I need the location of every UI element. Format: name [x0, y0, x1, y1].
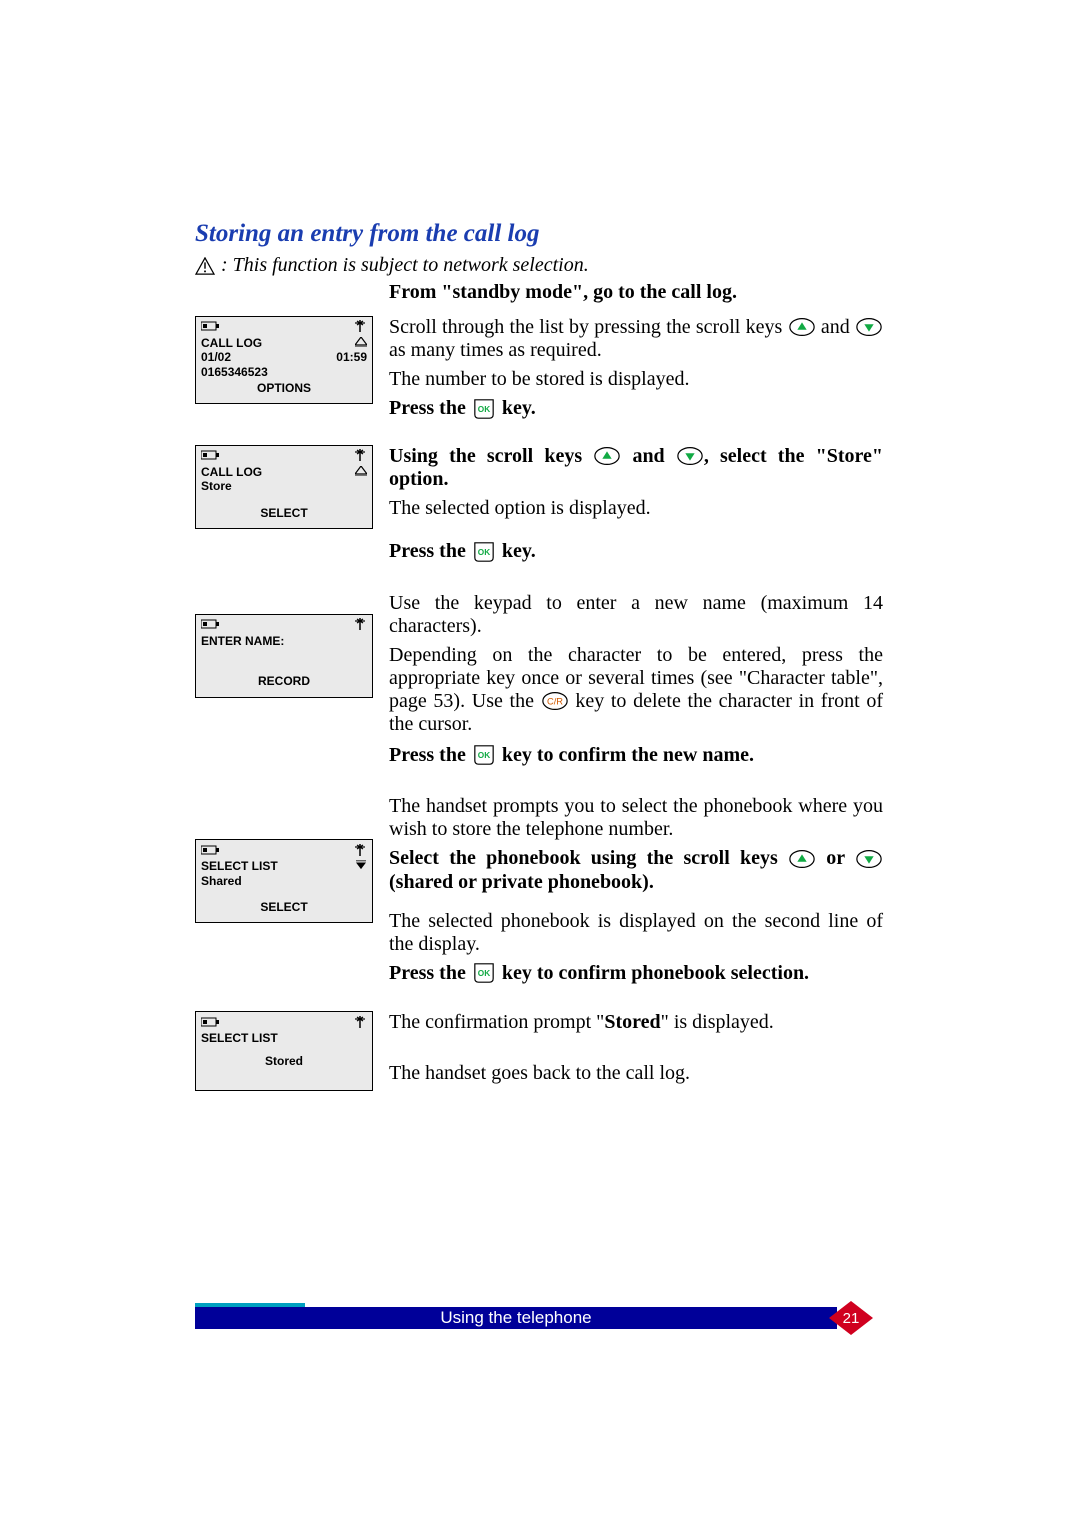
step5-text2: The handset goes back to the call log.	[389, 1062, 883, 1085]
t: Scroll through the list by pressing the …	[389, 316, 788, 338]
lcd-line2: Shared	[201, 874, 367, 888]
signal-icon	[353, 319, 367, 336]
t: key.	[497, 397, 536, 419]
signal-icon	[353, 1015, 367, 1032]
step4-press: Press the OK key to confirm phonebook se…	[389, 962, 883, 985]
lcd-store: CALL LOG Store SELECT	[195, 445, 373, 529]
step4-text1: Select the phonebook using the scroll ke…	[389, 847, 883, 893]
lcd-line1: CALL LOG	[201, 465, 262, 479]
lcd-mid: Stored	[201, 1054, 367, 1068]
svg-text:C/R: C/R	[547, 697, 563, 707]
lcd-line2: Store	[201, 479, 367, 493]
lcd-select-list: SELECT LIST Shared SELECT	[195, 839, 373, 923]
scroll-up-icon	[788, 316, 816, 338]
svg-text:OK: OK	[478, 751, 490, 760]
lcd-line1: SELECT LIST	[201, 1031, 367, 1045]
stored-word: Stored	[604, 1011, 660, 1033]
lcd-line1: ENTER NAME:	[201, 634, 367, 648]
battery-icon	[201, 449, 221, 464]
svg-text:OK: OK	[478, 547, 490, 556]
lcd-line1: SELECT LIST	[201, 859, 278, 873]
lcd-softkey: OPTIONS	[201, 381, 367, 395]
step4-pre: The handset prompts you to select the ph…	[389, 795, 883, 841]
step5-text1: The confirmation prompt "Stored" is disp…	[389, 1011, 883, 1034]
step3-press: Press the OK key to confirm the new name…	[389, 744, 883, 767]
ok-key-icon: OK	[471, 744, 497, 766]
t: key to confirm the new name.	[497, 744, 754, 766]
t: Select the phonebook using the scroll ke…	[389, 847, 788, 869]
t: Press the	[389, 397, 471, 419]
battery-icon	[201, 618, 221, 633]
scroll-down-icon	[855, 848, 883, 870]
scroll-down-icon	[855, 316, 883, 338]
up-glyph-icon	[355, 336, 367, 350]
ok-key-icon: OK	[471, 398, 497, 420]
lcd-call-log: CALL LOG 01/02 01:59 0165346523 OPTIONS	[195, 316, 373, 404]
lcd-line1: CALL LOG	[201, 336, 262, 350]
step3-text2: Depending on the character to be entered…	[389, 644, 883, 736]
step2-press: Press the OK key.	[389, 540, 883, 563]
footer-text: Using the telephone	[195, 1307, 837, 1329]
t: or	[816, 847, 855, 869]
t: " is displayed.	[661, 1011, 774, 1033]
t: (shared or private phonebook).	[389, 871, 654, 893]
signal-icon	[353, 617, 367, 634]
t: as many times as required.	[389, 339, 602, 361]
t: Press the	[389, 962, 471, 984]
up-glyph-icon	[355, 465, 367, 479]
scroll-down-icon	[676, 445, 704, 467]
scroll-up-icon	[788, 848, 816, 870]
step4-text2: The selected phonebook is displayed on t…	[389, 910, 883, 956]
t: Using the scroll keys	[389, 445, 593, 467]
t: key to confirm phonebook selection.	[497, 962, 809, 984]
t: and	[816, 316, 855, 338]
t: Press the	[389, 540, 471, 562]
intro-line: From "standby mode", go to the call log.	[389, 281, 883, 304]
section-heading: Storing an entry from the call log	[195, 220, 883, 248]
step2-text1: Using the scroll keys and , select the "…	[389, 445, 883, 491]
lcd-line3: 0165346523	[201, 365, 367, 379]
step1-text1: Scroll through the list by pressing the …	[389, 316, 883, 362]
lcd-line2-right: 01:59	[336, 350, 367, 364]
step2-text2: The selected option is displayed.	[389, 497, 883, 520]
lcd-softkey: SELECT	[201, 506, 367, 520]
svg-text:OK: OK	[478, 969, 490, 978]
page-footer: Using the telephone 21	[195, 1303, 883, 1333]
t: key.	[497, 540, 536, 562]
step3-text1: Use the keypad to enter a new name (maxi…	[389, 592, 883, 638]
signal-icon	[353, 843, 367, 860]
down-glyph-icon	[355, 859, 367, 873]
battery-icon	[201, 1016, 221, 1031]
network-note-row: : This function is subject to network se…	[195, 254, 883, 277]
t: The confirmation prompt "	[389, 1011, 604, 1033]
ok-key-icon: OK	[471, 541, 497, 563]
network-note-text: : This function is subject to network se…	[221, 254, 589, 277]
warning-icon	[195, 257, 215, 275]
battery-icon	[201, 320, 221, 335]
page-number-badge: 21	[829, 1301, 873, 1335]
lcd-softkey: SELECT	[201, 900, 367, 914]
signal-icon	[353, 448, 367, 465]
svg-text:21: 21	[843, 1310, 860, 1327]
ok-key-icon: OK	[471, 962, 497, 984]
t: Press the	[389, 744, 471, 766]
svg-text:OK: OK	[478, 405, 490, 414]
scroll-up-icon	[593, 445, 621, 467]
lcd-line2-left: 01/02	[201, 350, 231, 364]
battery-icon	[201, 844, 221, 859]
t: and	[621, 445, 676, 467]
step1-press: Press the OK key.	[389, 397, 883, 420]
clear-key-icon: C/R	[541, 690, 569, 712]
step1-text2: The number to be stored is displayed.	[389, 368, 883, 391]
lcd-stored: SELECT LIST Stored	[195, 1011, 373, 1091]
lcd-softkey: RECORD	[201, 674, 367, 688]
lcd-enter-name: ENTER NAME: RECORD	[195, 614, 373, 698]
